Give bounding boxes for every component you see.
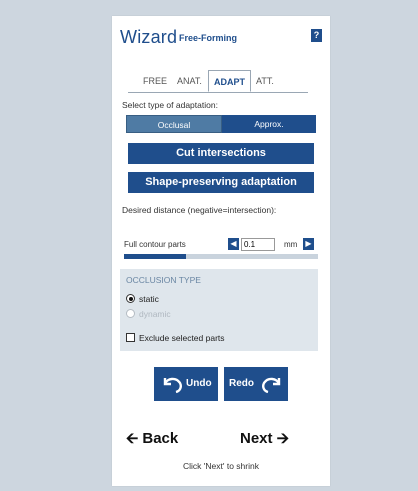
adaptation-type-toggle: Occlusal Approx. (126, 115, 316, 133)
redo-arrow-icon (262, 377, 281, 394)
tab-bar: FREE ANAT. ADAPT ATT. (128, 70, 308, 93)
decrease-arrow-icon[interactable]: ◀ (228, 238, 239, 250)
undo-label: Undo (186, 378, 212, 389)
next-arrow-icon: 🡪 (276, 430, 289, 447)
undo-arrow-icon (163, 377, 182, 394)
occlusion-type-title: OCCLUSION TYPE (126, 275, 201, 285)
tab-anat[interactable]: ANAT. (177, 76, 202, 86)
wizard-subtitle: Free-Forming (179, 33, 238, 43)
tab-att[interactable]: ATT. (256, 76, 274, 86)
back-label: Back (142, 430, 179, 447)
next-button[interactable]: Next 🡪 (240, 428, 289, 453)
next-hint: Click 'Next' to shrink (183, 461, 259, 471)
help-button[interactable]: ? (311, 29, 322, 42)
full-contour-label: Full contour parts (124, 240, 186, 249)
distance-unit: mm (284, 240, 298, 249)
cut-intersections-button[interactable]: Cut intersections (128, 143, 314, 164)
occlusal-option[interactable]: Occlusal (126, 115, 222, 133)
tab-adapt[interactable]: ADAPT (208, 70, 251, 92)
dynamic-radio (126, 309, 135, 318)
wizard-title: Wizard (120, 27, 178, 47)
dynamic-label: dynamic (139, 309, 171, 319)
distance-slider-fill (124, 254, 187, 259)
approx-option[interactable]: Approx. (222, 115, 316, 133)
increase-arrow-icon[interactable]: ▶ (303, 238, 314, 250)
distance-label: Desired distance (negative=intersection)… (122, 205, 277, 215)
static-label: static (139, 294, 159, 304)
shape-preserving-button[interactable]: Shape-preserving adaptation (128, 172, 314, 193)
occlusion-group: OCCLUSION TYPE static dynamic Exclude se… (120, 269, 318, 351)
wizard-panel: Wizard Free-Forming ? FREE ANAT. ADAPT A… (112, 16, 330, 486)
static-radio[interactable] (126, 294, 135, 303)
tab-free[interactable]: FREE (143, 76, 167, 86)
exclude-parts-label: Exclude selected parts (139, 333, 225, 343)
back-button[interactable]: 🡨 Back (126, 428, 178, 453)
redo-label: Redo (229, 378, 254, 389)
exclude-parts-checkbox[interactable] (126, 333, 135, 342)
back-arrow-icon: 🡨 (126, 430, 139, 447)
next-label: Next (240, 430, 273, 447)
undo-button[interactable]: Undo (154, 367, 218, 401)
distance-slider[interactable] (124, 254, 318, 259)
adaptation-prompt: Select type of adaptation: (122, 100, 218, 110)
redo-button[interactable]: Redo (224, 367, 288, 401)
distance-value-field[interactable]: 0.1 (241, 238, 275, 251)
